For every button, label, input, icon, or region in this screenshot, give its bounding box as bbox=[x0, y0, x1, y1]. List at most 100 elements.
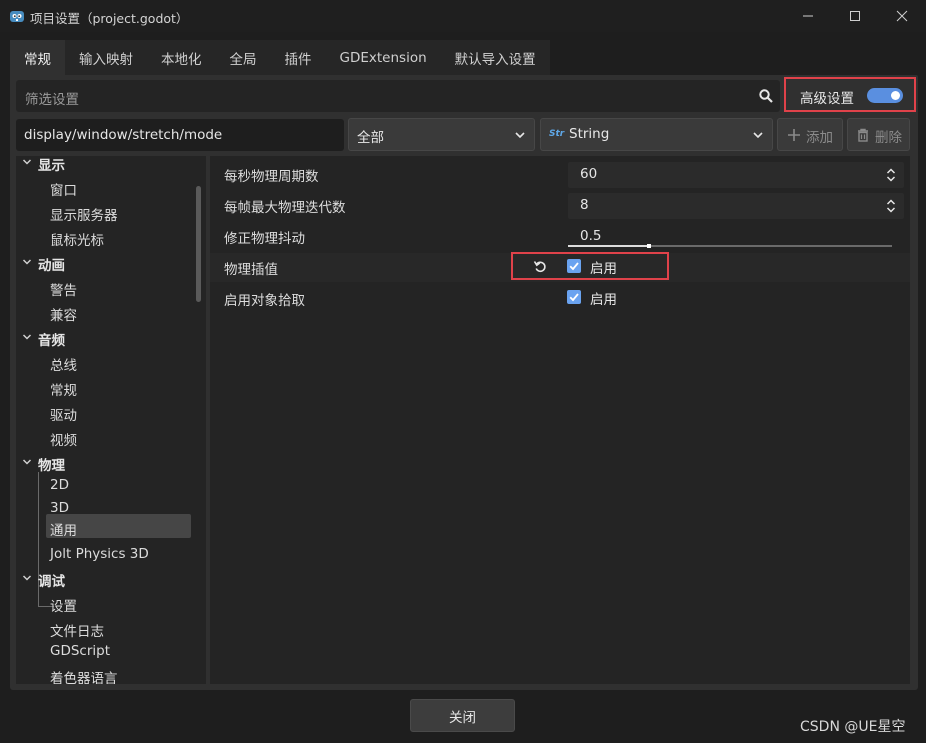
tab-import-defaults[interactable]: 默认导入设置 bbox=[440, 40, 550, 75]
tree-label: 常规 bbox=[50, 383, 77, 399]
property-name: 每帧最大物理迭代数 bbox=[224, 200, 346, 216]
tree-item-warnings[interactable]: 警告 bbox=[16, 277, 196, 299]
trash-icon bbox=[858, 128, 868, 142]
physics-ticks-spinbox[interactable]: 60 bbox=[568, 162, 904, 188]
add-button-label: 添加 bbox=[806, 130, 833, 146]
title-bar: 项目设置（project.godot） bbox=[0, 0, 926, 32]
tree-item-general[interactable]: 常规 bbox=[16, 377, 196, 399]
chevron-down-icon bbox=[515, 132, 525, 139]
slider-fill bbox=[568, 245, 649, 247]
tab-globals[interactable]: 全局 bbox=[215, 40, 271, 75]
tab-input-map[interactable]: 输入映射 bbox=[65, 40, 147, 75]
category-select[interactable]: 全部 bbox=[348, 118, 535, 151]
tree-label: 着色器语言 bbox=[50, 671, 118, 684]
tree-label: 设置 bbox=[50, 599, 77, 615]
property-name: 物理插值 bbox=[224, 262, 278, 278]
tree-label: Jolt Physics 3D bbox=[50, 546, 149, 562]
chevron-down-icon bbox=[22, 459, 32, 465]
tab-plugins[interactable]: 插件 bbox=[270, 40, 326, 75]
tab-gdextension[interactable]: GDExtension bbox=[325, 40, 441, 75]
tree-scrollbar[interactable] bbox=[196, 186, 201, 302]
category-select-value: 全部 bbox=[357, 130, 384, 146]
tree-category-physics[interactable]: 物理 bbox=[16, 452, 196, 474]
tree-category-display[interactable]: 显示 bbox=[16, 156, 196, 174]
tree-label: 显示 bbox=[38, 158, 65, 174]
type-select[interactable]: Str String bbox=[540, 118, 773, 151]
chevron-down-icon bbox=[753, 132, 763, 139]
tree-label: 兼容 bbox=[50, 308, 77, 324]
chevron-down-icon bbox=[22, 159, 32, 165]
chevron-down-icon bbox=[22, 575, 32, 581]
property-path-value: display/window/stretch/mode bbox=[24, 127, 223, 143]
delete-button[interactable]: 删除 bbox=[847, 118, 910, 151]
tree-category-debug[interactable]: 调试 bbox=[16, 568, 196, 590]
tree-item-window[interactable]: 窗口 bbox=[16, 177, 196, 199]
property-name: 启用对象拾取 bbox=[224, 293, 305, 309]
property-row-physics-ticks: 每秒物理周期数 60 bbox=[210, 160, 910, 189]
tree-category-audio[interactable]: 音频 bbox=[16, 327, 196, 349]
filter-settings-input[interactable]: 筛选设置 bbox=[16, 80, 780, 112]
property-value: 0.5 bbox=[580, 228, 602, 244]
jitter-fix-slider[interactable] bbox=[568, 244, 892, 248]
tree-label: 视频 bbox=[50, 433, 77, 449]
minimize-button[interactable] bbox=[785, 0, 831, 32]
spinner-arrows-icon[interactable] bbox=[886, 167, 896, 183]
add-button[interactable]: 添加 bbox=[777, 118, 843, 151]
delete-button-label: 删除 bbox=[875, 130, 902, 146]
tab-content: 筛选设置 高级设置 display/window/stretch/mode 全部… bbox=[10, 75, 918, 690]
tree-label: 鼠标光标 bbox=[50, 233, 104, 249]
tree-label: 2D bbox=[50, 477, 69, 493]
advanced-settings-label: 高级设置 bbox=[800, 91, 854, 107]
settings-tree: 显示 窗口 显示服务器 鼠标光标 动画 警告 兼容 音频 总线 常规 驱动 视频… bbox=[16, 156, 206, 684]
tree-item-physics-2d[interactable]: 2D bbox=[16, 475, 196, 497]
toggle-switch[interactable] bbox=[867, 88, 903, 103]
checkbox-label: 启用 bbox=[590, 292, 617, 308]
maximize-button[interactable] bbox=[832, 0, 878, 32]
property-value: 8 bbox=[580, 197, 589, 213]
property-name: 每秒物理周期数 bbox=[224, 169, 319, 185]
toggle-knob bbox=[891, 91, 900, 100]
tree-item-driver[interactable]: 驱动 bbox=[16, 402, 196, 424]
spinner-arrows-icon[interactable] bbox=[886, 198, 896, 214]
tree-item-display-server[interactable]: 显示服务器 bbox=[16, 202, 196, 224]
minimize-icon bbox=[803, 15, 813, 17]
property-path-input[interactable]: display/window/stretch/mode bbox=[16, 119, 344, 151]
object-picking-checkbox[interactable] bbox=[567, 290, 581, 304]
tree-label: 窗口 bbox=[50, 183, 77, 199]
tree-label: 总线 bbox=[50, 358, 77, 374]
tree-label: 动画 bbox=[38, 258, 65, 274]
tab-localization[interactable]: 本地化 bbox=[147, 40, 216, 75]
tree-item-video[interactable]: 视频 bbox=[16, 427, 196, 449]
tree-label: 通用 bbox=[50, 523, 77, 539]
slider-grabber[interactable] bbox=[647, 244, 651, 248]
tree-label: 显示服务器 bbox=[50, 208, 118, 224]
tab-bar: 常规 输入映射 本地化 全局 插件 GDExtension 默认导入设置 bbox=[10, 40, 550, 75]
tree-item-buses[interactable]: 总线 bbox=[16, 352, 196, 374]
tree-item-jolt-physics-3d[interactable]: Jolt Physics 3D bbox=[16, 544, 196, 566]
tree-item-mouse-cursor[interactable]: 鼠标光标 bbox=[16, 227, 196, 249]
tree-label: GDScript bbox=[50, 643, 111, 659]
property-row-object-picking: 启用对象拾取 启用 bbox=[210, 284, 910, 313]
tab-general[interactable]: 常规 bbox=[10, 40, 65, 75]
close-window-button[interactable] bbox=[879, 0, 925, 32]
tree-item-physics-common[interactable]: 通用 bbox=[46, 514, 191, 539]
annotation-highlight-box bbox=[511, 252, 669, 280]
tree-item-file-logging[interactable]: 文件日志 bbox=[16, 618, 196, 640]
maximize-icon bbox=[850, 11, 860, 21]
max-physics-steps-spinbox[interactable]: 8 bbox=[568, 193, 904, 219]
tree-label: 驱动 bbox=[50, 408, 77, 424]
tree-item-shader-language[interactable]: 着色器语言 bbox=[16, 665, 196, 684]
string-type-icon: Str bbox=[549, 129, 565, 139]
property-value: 60 bbox=[580, 166, 598, 182]
tree-category-animation[interactable]: 动画 bbox=[16, 252, 196, 274]
close-icon bbox=[896, 10, 908, 22]
tree-label: 调试 bbox=[38, 574, 65, 590]
tree-item-settings[interactable]: 设置 bbox=[16, 593, 196, 615]
godot-logo-icon bbox=[10, 11, 24, 22]
close-button[interactable]: 关闭 bbox=[410, 699, 515, 732]
tree-item-gdscript[interactable]: GDScript bbox=[16, 641, 196, 663]
chevron-down-icon bbox=[22, 334, 32, 340]
project-settings-panel: 常规 输入映射 本地化 全局 插件 GDExtension 默认导入设置 筛选设… bbox=[10, 40, 918, 690]
advanced-settings-toggle[interactable]: 高级设置 bbox=[784, 77, 916, 112]
tree-item-compatibility[interactable]: 兼容 bbox=[16, 302, 196, 324]
